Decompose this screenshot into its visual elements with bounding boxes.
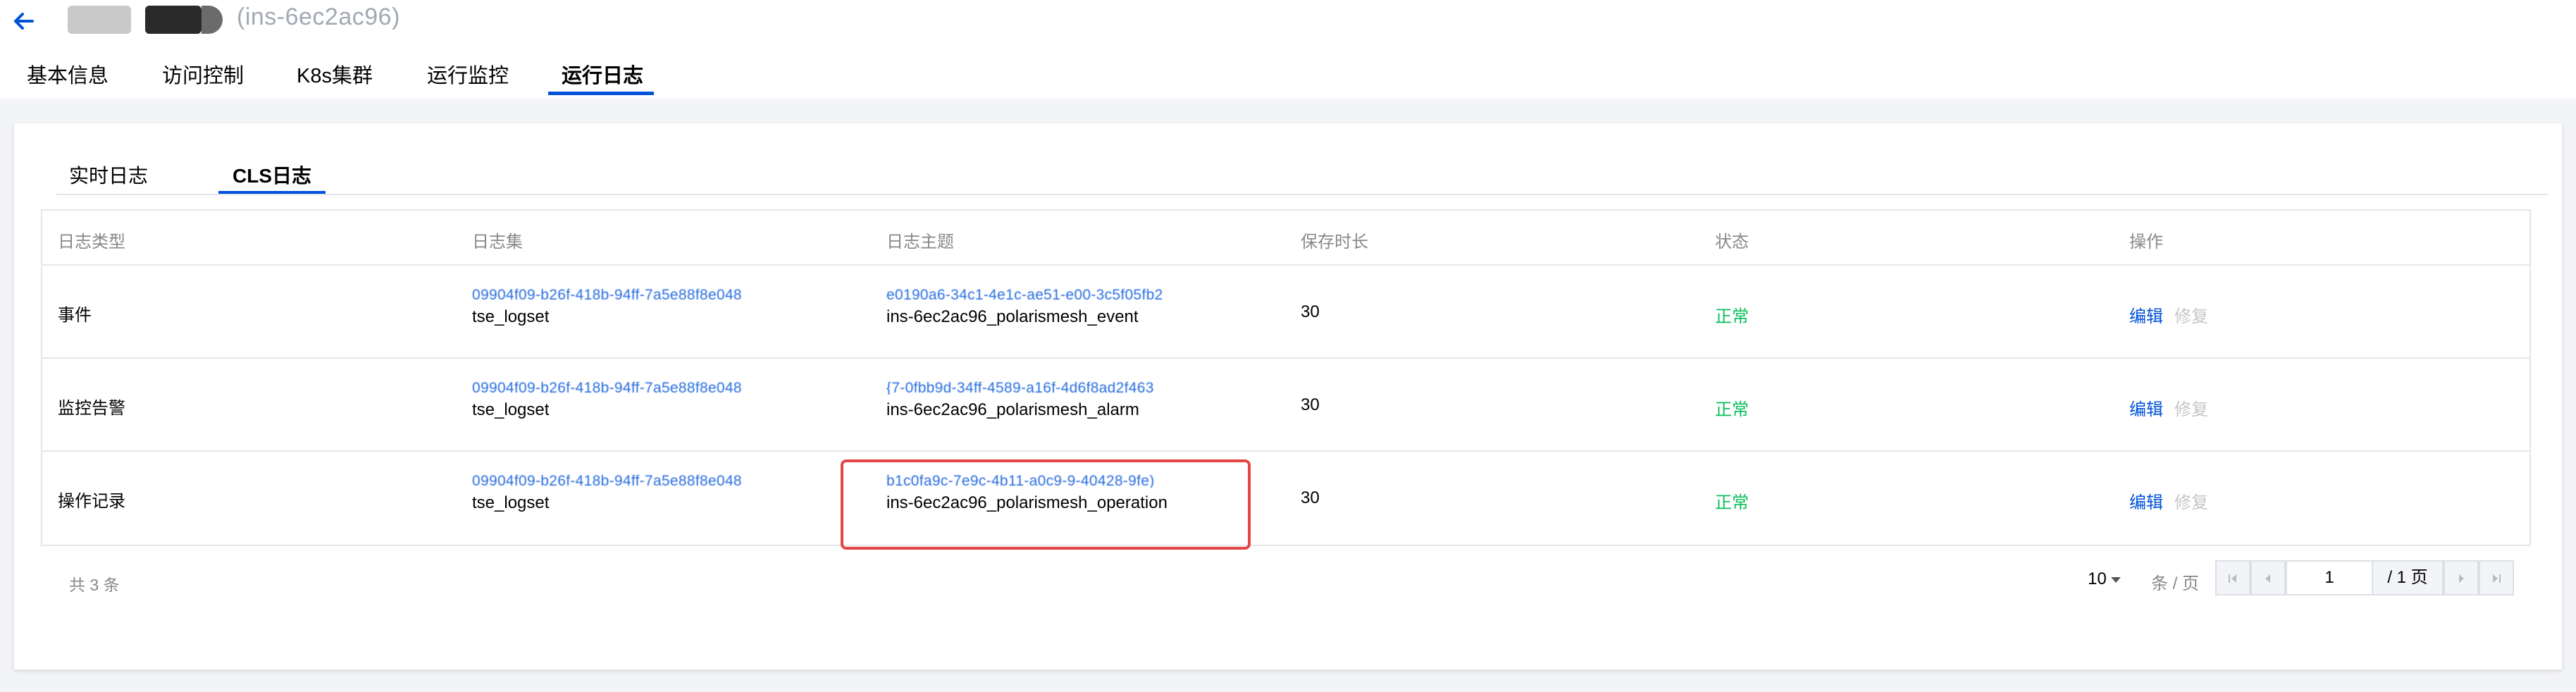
table-row: 操作记录 09904f09-b26f-418b-94ff-7a5e88f8e04… (42, 452, 2529, 545)
column-header-log-type: 日志类型 (58, 233, 125, 252)
log-type-cell: 操作记录 (58, 492, 125, 511)
prev-page-button[interactable] (2250, 560, 2286, 595)
tab-monitoring[interactable]: 运行监控 (427, 59, 509, 89)
instance-id: (ins-6ec2ac96) (237, 4, 400, 30)
next-page-icon (2459, 574, 2464, 583)
per-page-label: 条 / 页 (2151, 574, 2200, 593)
subtab-cls-logs[interactable]: CLS日志 (233, 161, 311, 189)
edit-button[interactable]: 编辑 (2129, 302, 2163, 327)
status-badge: 正常 (1715, 307, 1749, 326)
repair-button: 修复 (2174, 307, 2208, 326)
first-page-icon (2229, 574, 2236, 583)
column-header-actions: 操作 (2129, 233, 2163, 252)
logset-name: tse_logset (472, 493, 550, 512)
prev-page-icon (2265, 574, 2270, 583)
page-size-select[interactable]: 10 (2088, 569, 2121, 589)
edit-button[interactable]: 编辑 (2129, 395, 2163, 420)
active-subtab-indicator (218, 191, 326, 194)
status-badge: 正常 (1715, 400, 1749, 419)
repair-button: 修复 (2174, 493, 2208, 512)
repair-button: 修复 (2174, 400, 2208, 419)
logset-cell: 09904f09-b26f-418b-94ff-7a5e88f8e048 tse… (472, 382, 742, 420)
logset-id-link[interactable]: 09904f09-b26f-418b-94ff-7a5e88f8e048 (472, 475, 742, 488)
topic-name: ins-6ec2ac96_polarismesh_operation (886, 493, 1168, 512)
topic-cell: b1c0fa9c-7e9c-4b11-a0c9-9-40428-9fe) ins… (886, 475, 1168, 513)
redacted-title-part (68, 6, 131, 34)
content-card: 实时日志 CLS日志 日志类型 日志集 日志主题 保存时长 状态 操作 事件 0… (14, 123, 2562, 669)
last-page-icon (2493, 574, 2501, 583)
retention-cell: 30 (1301, 488, 1320, 507)
tab-access-control[interactable]: 访问控制 (162, 59, 244, 89)
caret-down-icon (2110, 576, 2121, 583)
topic-id-link[interactable]: {7-0fbb9d-34ff-4589-a16f-4d6f8ad2f463 (886, 382, 1154, 395)
retention-cell: 30 (1301, 395, 1320, 414)
table-row: 监控告警 09904f09-b26f-418b-94ff-7a5e88f8e04… (42, 359, 2529, 452)
edit-button[interactable]: 编辑 (2129, 488, 2163, 513)
last-page-button[interactable] (2479, 560, 2514, 595)
log-type-cell: 监控告警 (58, 399, 125, 418)
logset-cell: 09904f09-b26f-418b-94ff-7a5e88f8e048 tse… (472, 475, 742, 513)
tab-k8s-cluster[interactable]: K8s集群 (297, 59, 373, 89)
table-header: 日志类型 日志集 日志主题 保存时长 状态 操作 (42, 211, 2529, 266)
redacted-title-part (202, 6, 223, 34)
topic-cell: e0190a6-34c1-4e1c-ae51-e00-3c5f05fb2 ins… (886, 289, 1163, 327)
column-header-status: 状态 (1715, 233, 1749, 252)
page-size-value: 10 (2088, 569, 2107, 588)
first-page-button[interactable] (2215, 560, 2250, 595)
redacted-title-part (145, 6, 202, 34)
logset-id-link[interactable]: 09904f09-b26f-418b-94ff-7a5e88f8e048 (472, 289, 742, 302)
topic-id-link[interactable]: b1c0fa9c-7e9c-4b11-a0c9-9-40428-9fe) (886, 475, 1168, 488)
column-header-log-topic: 日志主题 (886, 233, 954, 252)
column-header-logset: 日志集 (472, 233, 523, 252)
table-row: 事件 09904f09-b26f-418b-94ff-7a5e88f8e048 … (42, 266, 2529, 359)
active-tab-indicator (548, 92, 654, 95)
back-arrow-icon[interactable] (8, 6, 45, 37)
log-subtabs: 实时日志 CLS日志 (56, 159, 2548, 195)
column-header-retention: 保存时长 (1301, 233, 1368, 252)
logset-id-link[interactable]: 09904f09-b26f-418b-94ff-7a5e88f8e048 (472, 382, 742, 395)
total-count: 共 3 条 (69, 576, 120, 594)
total-pages-label: / 1 页 (2373, 560, 2444, 595)
topic-name: ins-6ec2ac96_polarismesh_alarm (886, 400, 1139, 419)
status-badge: 正常 (1715, 493, 1749, 512)
topic-id-link[interactable]: e0190a6-34c1-4e1c-ae51-e00-3c5f05fb2 (886, 289, 1163, 302)
tab-basic-info[interactable]: 基本信息 (27, 59, 109, 89)
logset-name: tse_logset (472, 400, 550, 419)
tab-logs[interactable]: 运行日志 (562, 59, 643, 89)
next-page-button[interactable] (2444, 560, 2479, 595)
topic-cell: {7-0fbb9d-34ff-4589-a16f-4d6f8ad2f463 in… (886, 382, 1154, 420)
topic-name: ins-6ec2ac96_polarismesh_event (886, 307, 1139, 326)
retention-cell: 30 (1301, 302, 1320, 321)
page-header: (ins-6ec2ac96) 基本信息 访问控制 K8s集群 运行监控 运行日志 (0, 0, 2576, 99)
logset-name: tse_logset (472, 307, 550, 326)
log-type-cell: 事件 (58, 306, 92, 325)
logset-cell: 09904f09-b26f-418b-94ff-7a5e88f8e048 tse… (472, 289, 742, 327)
cls-log-table: 日志类型 日志集 日志主题 保存时长 状态 操作 事件 09904f09-b26… (41, 209, 2531, 546)
subtab-realtime-logs[interactable]: 实时日志 (69, 161, 148, 189)
page-number-input[interactable] (2286, 560, 2373, 595)
